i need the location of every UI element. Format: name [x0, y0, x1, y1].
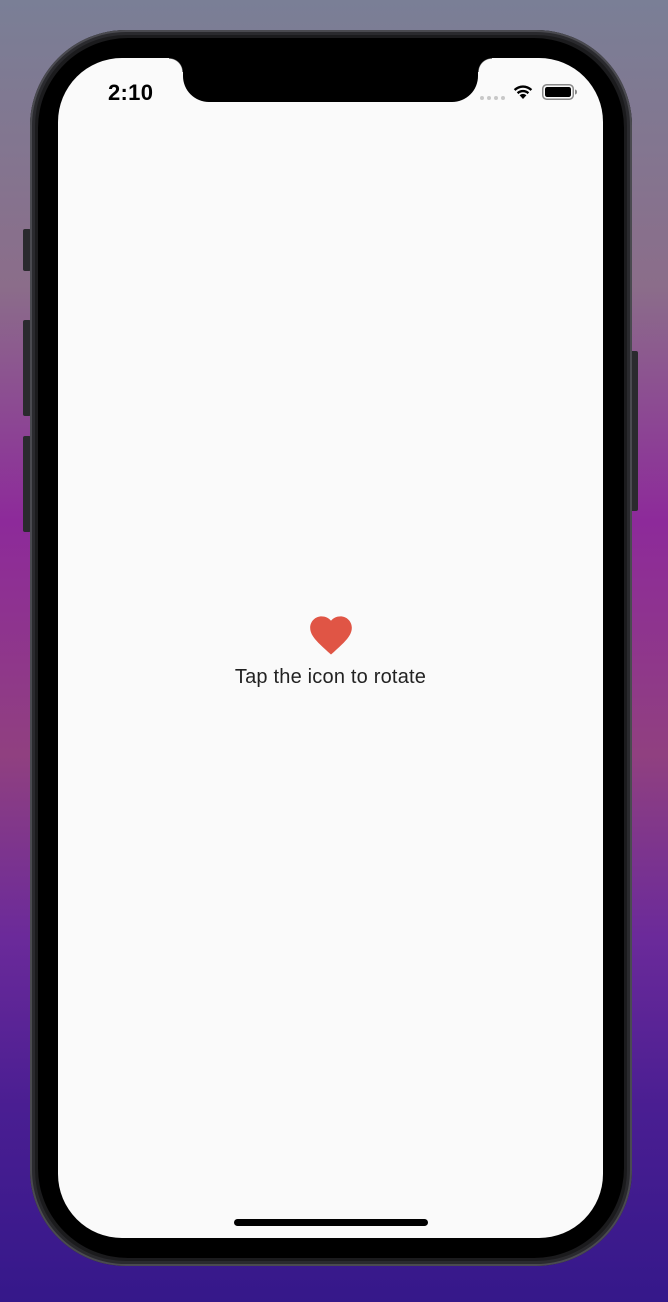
cellular-signal-icon: [480, 96, 505, 100]
battery-icon: [542, 84, 577, 100]
app-screen: 2:10 Tap the icon to rotate: [58, 58, 603, 1238]
rotate-hint-text: Tap the icon to rotate: [234, 666, 427, 688]
wifi-icon: [513, 85, 533, 99]
notch: [169, 58, 492, 102]
heart-icon[interactable]: [306, 610, 356, 656]
home-indicator[interactable]: [234, 1219, 428, 1226]
content-center: Tap the icon to rotate: [58, 610, 603, 689]
status-time: 2:10: [108, 80, 154, 105]
